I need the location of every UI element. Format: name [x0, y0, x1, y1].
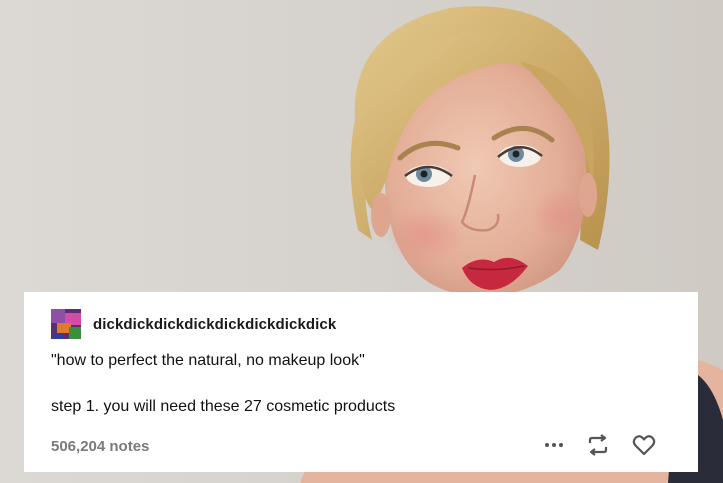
post-quote-text: "how to perfect the natural, no makeup l…	[51, 352, 365, 369]
post-card: dickdickdickdickdickdickdickdick "how to…	[24, 292, 698, 472]
more-options-icon[interactable]	[544, 435, 564, 455]
post-body-text: step 1. you will need these 27 cosmetic …	[51, 398, 396, 415]
post-actions	[544, 434, 656, 456]
meme-image: dickdickdickdickdickdickdickdick "how to…	[0, 0, 723, 483]
heart-icon[interactable]	[632, 434, 656, 456]
notes-count[interactable]: 506,204 notes	[51, 438, 149, 455]
avatar[interactable]	[51, 309, 81, 339]
reblog-icon[interactable]	[586, 434, 610, 456]
username[interactable]: dickdickdickdickdickdickdickdick	[93, 316, 336, 333]
post-header: dickdickdickdickdickdickdickdick	[51, 309, 336, 339]
